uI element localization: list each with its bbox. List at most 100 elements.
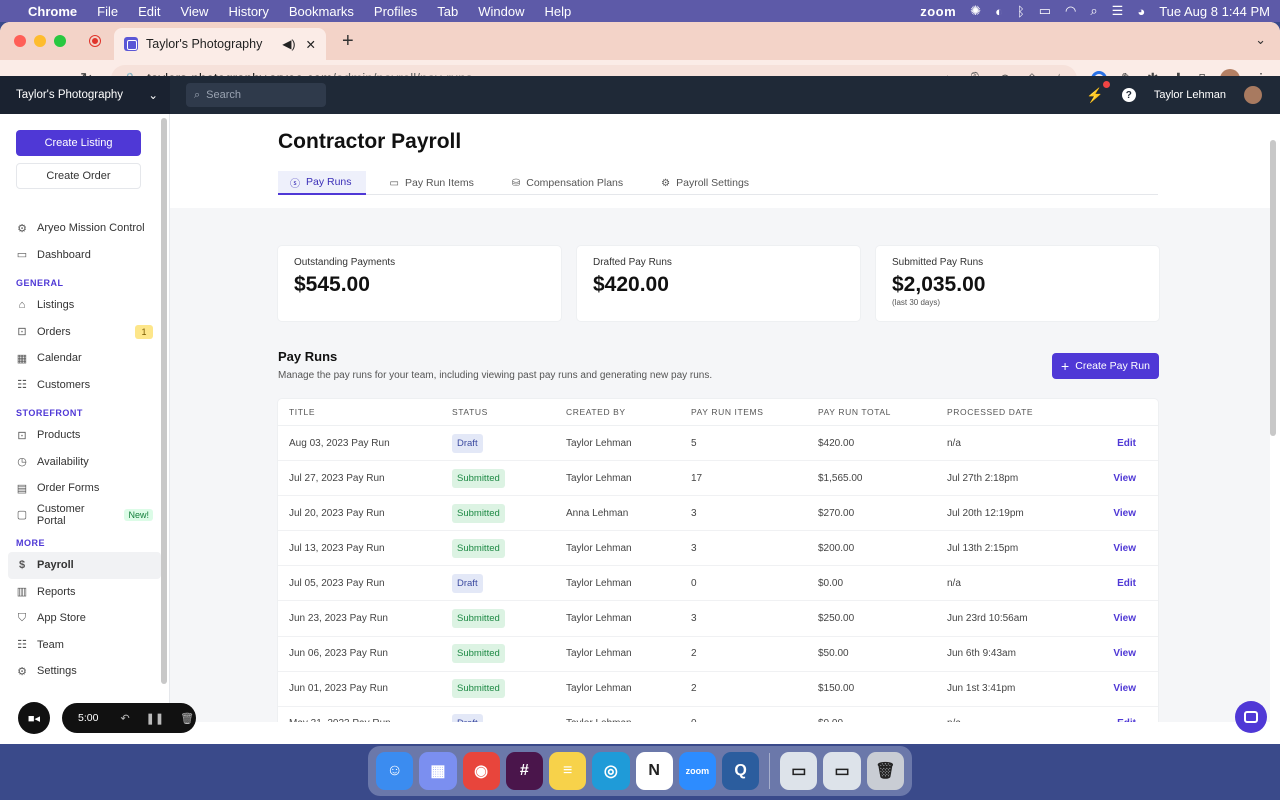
row-action-link[interactable]: View <box>1097 508 1158 519</box>
notion-icon[interactable]: N <box>635 752 673 790</box>
chrome-icon[interactable]: ◉ <box>462 752 500 790</box>
row-action-link[interactable]: View <box>1097 613 1158 624</box>
brightness-icon[interactable]: ✺ <box>970 3 981 19</box>
siri-icon[interactable]: ◕ <box>1137 4 1145 19</box>
chrome-window-icon[interactable]: ▭ <box>823 752 861 790</box>
search-input[interactable]: ⌕ Search <box>186 83 326 107</box>
bluetooth-icon[interactable]: ᛒ <box>1017 4 1025 19</box>
sidebar-item-team[interactable]: ☷ Team <box>16 632 153 659</box>
sidebar-item-app-store[interactable]: ⛉ App Store <box>16 605 153 632</box>
sidebar-item-mission-control[interactable]: ⚙ Aryeo Mission Control <box>16 215 153 242</box>
camera-toggle-button[interactable]: ■◂ <box>18 702 50 734</box>
menu-file[interactable]: File <box>97 4 118 19</box>
menu-profiles[interactable]: Profiles <box>374 4 417 19</box>
row-action-link[interactable]: Edit <box>1097 438 1158 449</box>
menu-tab[interactable]: Tab <box>437 4 458 19</box>
menubar-clock[interactable]: Tue Aug 8 1:44 PM <box>1159 4 1270 19</box>
sidebar-item-customer-portal[interactable]: ▢ Customer Portal New! <box>16 502 153 529</box>
close-window-button[interactable] <box>14 35 26 47</box>
trash-icon[interactable]: 🗑 <box>866 752 904 790</box>
slack-icon[interactable]: # <box>505 752 543 790</box>
menu-app[interactable]: Chrome <box>28 4 77 19</box>
browser-tab-active[interactable]: Taylor's Photography ◀) ✕ <box>114 28 326 60</box>
table-row[interactable]: Jul 13, 2023 Pay Run Submitted Taylor Lehm… <box>278 531 1158 567</box>
row-action-link[interactable]: Edit <box>1097 578 1158 589</box>
table-row[interactable]: Jun 23, 2023 Pay Run Submitted Taylor Lehm… <box>278 601 1158 637</box>
wifi-icon[interactable]: ◠ <box>1065 3 1076 19</box>
col-header-items[interactable]: PAY RUN ITEMS <box>691 407 818 417</box>
col-header-total[interactable]: PAY RUN TOTAL <box>818 407 947 417</box>
table-row[interactable]: Jul 20, 2023 Pay Run Submitted Anna Lehman… <box>278 496 1158 532</box>
col-header-status[interactable]: STATUS <box>452 407 566 417</box>
launchpad-icon[interactable]: ▦ <box>419 752 457 790</box>
maximize-window-button[interactable] <box>54 35 66 47</box>
new-tab-button[interactable]: + <box>342 30 354 53</box>
safari-icon[interactable]: ◎ <box>592 752 630 790</box>
sidebar-item-calendar[interactable]: ▦ Calendar <box>16 345 153 372</box>
minimize-window-button[interactable] <box>34 35 46 47</box>
tab-pay-run-items[interactable]: ▭ Pay Run Items <box>378 171 488 195</box>
quicktime-icon[interactable]: Q <box>722 752 760 790</box>
tab-compensation-plans[interactable]: ⛁ Compensation Plans <box>500 171 637 195</box>
sidebar-item-reports[interactable]: ▥ Reports <box>16 579 153 606</box>
help-icon[interactable]: ? <box>1121 88 1136 102</box>
row-action-link[interactable]: View <box>1097 473 1158 484</box>
row-action-link[interactable]: Edit <box>1097 718 1158 722</box>
restart-icon[interactable]: ↶ <box>120 712 129 725</box>
pause-icon[interactable]: ❚❚ <box>146 712 164 725</box>
spotlight-icon[interactable]: ⌕ <box>1090 3 1097 19</box>
sidebar-scrollbar[interactable] <box>161 118 167 684</box>
create-order-button[interactable]: Create Order <box>16 163 141 189</box>
menu-history[interactable]: History <box>228 4 268 19</box>
user-name[interactable]: Taylor Lehman <box>1154 89 1226 101</box>
sidebar-item-settings[interactable]: ⚙ Settings <box>16 658 153 685</box>
sidebar-item-orders[interactable]: ⊡ Orders 1 <box>16 319 153 346</box>
page-scrollbar[interactable] <box>1270 140 1276 436</box>
zoom-icon[interactable]: zoom <box>678 752 716 790</box>
table-row[interactable]: Jun 01, 2023 Pay Run Submitted Taylor Lehm… <box>278 672 1158 707</box>
sidebar-item-customers[interactable]: ☷ Customers <box>16 372 153 399</box>
row-action-link[interactable]: View <box>1097 648 1158 659</box>
preview-icon[interactable]: ▭ <box>780 752 818 790</box>
sidebar-item-products[interactable]: ⊡ Products <box>16 422 153 449</box>
menu-view[interactable]: View <box>180 4 208 19</box>
sidebar-item-listings[interactable]: ⌂ Listings <box>16 292 153 319</box>
create-listing-button[interactable]: Create Listing <box>16 130 141 156</box>
sidebar-item-availability[interactable]: ◷ Availability <box>16 449 153 476</box>
col-header-created-by[interactable]: CREATED BY <box>566 407 691 417</box>
sidebar-item-order-forms[interactable]: ▤ Order Forms <box>16 475 153 502</box>
table-row[interactable]: Jul 05, 2023 Pay Run Draft Taylor Lehman 0 $… <box>278 566 1158 602</box>
menu-bookmarks[interactable]: Bookmarks <box>289 4 354 19</box>
table-row[interactable]: May 31, 2023 Pay RunDraft Taylor Lehman0$… <box>278 707 1158 722</box>
control-center-icon[interactable]: ☰ <box>1112 3 1124 19</box>
tab-payroll-settings[interactable]: ⚙ Payroll Settings <box>649 171 763 195</box>
col-header-title[interactable]: TITLE <box>278 407 452 417</box>
menu-help[interactable]: Help <box>545 4 572 19</box>
bolt-icon[interactable]: ⚡ <box>1086 80 1110 104</box>
sidebar-item-dashboard[interactable]: ▭ Dashboard <box>16 242 153 269</box>
tab-search-chevron-icon[interactable]: ⌄ <box>1255 32 1266 48</box>
menu-edit[interactable]: Edit <box>138 4 160 19</box>
finder-icon[interactable]: ☺ <box>376 752 414 790</box>
row-action-link[interactable]: View <box>1097 543 1158 554</box>
close-tab-icon[interactable]: ✕ <box>306 37 316 52</box>
col-header-processed-date[interactable]: PROCESSED DATE <box>947 407 1097 417</box>
sidebar-item-label: Aryeo Mission Control <box>37 222 145 235</box>
table-row[interactable]: Aug 03, 2023 Pay Run Draft Taylor Lehman 5 $… <box>278 426 1158 462</box>
user-avatar[interactable] <box>1244 86 1262 104</box>
chat-support-button[interactable] <box>1235 701 1267 733</box>
zoom-status-icon[interactable]: zoom <box>920 4 956 19</box>
grammarly-icon[interactable]: ◐ <box>995 4 1003 19</box>
tab-pay-runs[interactable]: ⓢ Pay Runs <box>278 171 366 195</box>
org-switcher[interactable]: Taylor's Photography ⌄ <box>0 76 170 114</box>
table-row[interactable]: Jul 27, 2023 Pay Run Submitted Taylor Lehm… <box>278 461 1158 497</box>
table-row[interactable]: Jun 06, 2023 Pay Run Submitted Taylor Lehm… <box>278 637 1158 672</box>
trash-icon[interactable]: 🗑 <box>180 712 194 725</box>
create-pay-run-button[interactable]: + Create Pay Run <box>1052 353 1159 379</box>
speaker-icon[interactable]: ◀) <box>282 37 295 51</box>
sidebar-item-payroll[interactable]: $ Payroll <box>8 552 161 579</box>
battery-icon[interactable]: ▭ <box>1039 3 1051 19</box>
menu-window[interactable]: Window <box>478 4 524 19</box>
notes-icon[interactable]: ≡ <box>549 752 587 790</box>
row-action-link[interactable]: View <box>1097 683 1158 694</box>
